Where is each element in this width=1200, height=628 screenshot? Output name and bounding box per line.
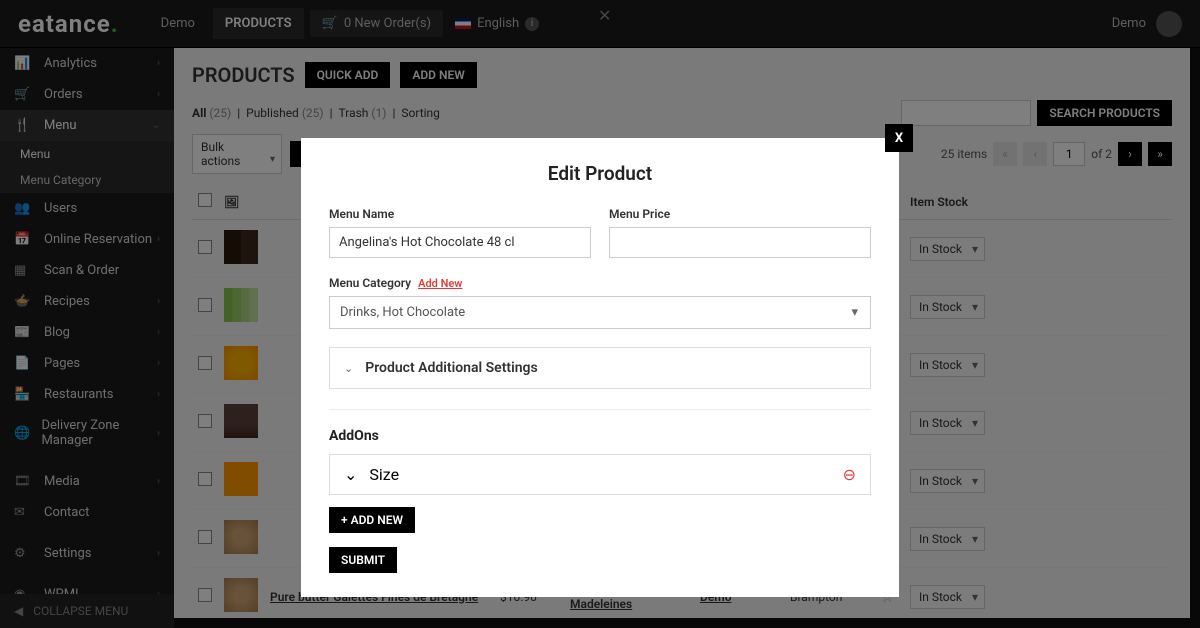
additional-settings-accordion[interactable]: ⌄ Product Additional Settings <box>329 347 871 389</box>
modal-overlay: X Edit Product Menu Name Menu Price Menu… <box>0 0 1200 628</box>
add-new-addon-button[interactable]: + ADD NEW <box>329 507 415 533</box>
modal-title: Edit Product <box>329 162 871 185</box>
menu-name-label: Menu Name <box>329 207 591 221</box>
delete-addon-icon[interactable]: ⊖ <box>843 465 856 484</box>
add-new-category-link[interactable]: Add New <box>418 277 462 290</box>
menu-price-label: Menu Price <box>609 207 871 221</box>
chevron-down-icon: ⌄ <box>344 362 353 375</box>
menu-price-input[interactable] <box>609 227 871 258</box>
menu-category-select[interactable]: Drinks, Hot Chocolate <box>329 296 871 329</box>
modal-close-button[interactable]: X <box>885 124 913 152</box>
addon-row-size[interactable]: ⌄ Size ⊖ <box>329 454 871 495</box>
submit-button[interactable]: SUBMIT <box>329 547 397 573</box>
menu-name-input[interactable] <box>329 227 591 258</box>
addons-heading: AddOns <box>329 428 871 444</box>
chevron-down-icon: ⌄ <box>344 465 357 484</box>
menu-category-label: Menu Category Add New <box>329 276 871 290</box>
edit-product-modal: X Edit Product Menu Name Menu Price Menu… <box>301 138 899 597</box>
